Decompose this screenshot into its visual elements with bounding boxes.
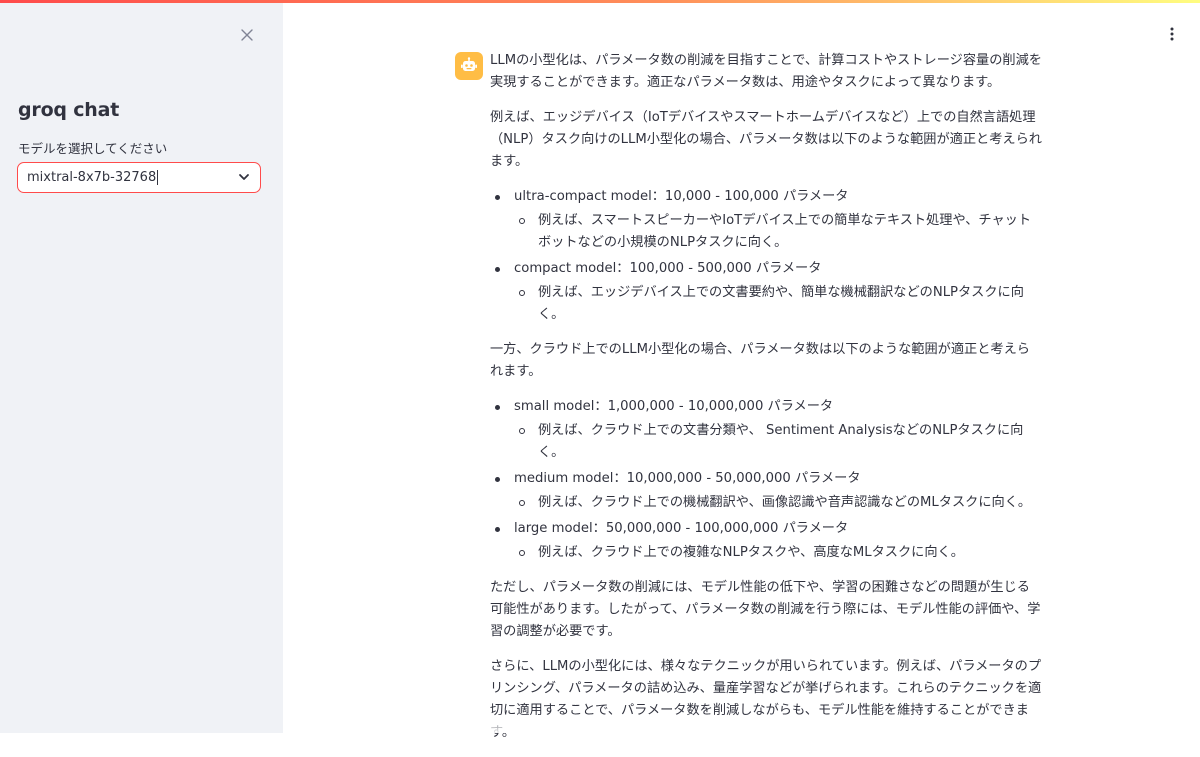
list-item-label: large model：50,000,000 - 100,000,000 パラメ…	[514, 521, 849, 536]
list-item: small model：1,000,000 - 10,000,000 パラメータ…	[495, 396, 1042, 464]
sub-list: 例えば、エッジデバイス上での文書要約や、簡単な機械翻訳などのNLPタスクに向く。	[514, 282, 1042, 326]
sub-list: 例えば、クラウド上での複雑なNLPタスクや、高度なMLタスクに向く。	[514, 542, 1042, 564]
sub-list-item: 例えば、スマートスピーカーやIoTデバイス上での簡単なテキスト処理や、チャットボ…	[519, 210, 1042, 254]
close-icon	[241, 29, 253, 41]
text-cursor	[157, 170, 159, 185]
sub-list-item: 例えば、クラウド上での機械翻訳や、画像認識や音声認識などのMLタスクに向く。	[519, 492, 1042, 514]
message-paragraph: LLMの小型化は、パラメータ数の削減を目指すことで、計算コストやストレージ容量の…	[490, 53, 1042, 90]
list-item: ultra-compact model：10,000 - 100,000 パラメ…	[495, 186, 1042, 254]
sidebar-title: groq chat	[18, 99, 120, 121]
message-paragraph: ただし、パラメータ数の削減には、モデル性能の低下や、学習の困難さなどの問題が生じ…	[490, 580, 1041, 639]
sub-list: 例えば、スマートスピーカーやIoTデバイス上での簡単なテキスト処理や、チャットボ…	[514, 210, 1042, 254]
list-item: large model：50,000,000 - 100,000,000 パラメ…	[495, 518, 1042, 564]
cloud-model-list: small model：1,000,000 - 10,000,000 パラメータ…	[490, 396, 1042, 564]
main-menu-button[interactable]	[1162, 24, 1182, 44]
sub-list-item: 例えば、クラウド上での複雑なNLPタスクや、高度なMLタスクに向く。	[519, 542, 1042, 564]
kebab-menu-icon	[1170, 27, 1174, 41]
list-item-label: medium model：10,000,000 - 50,000,000 パラメ…	[514, 471, 861, 486]
assistant-avatar	[455, 52, 483, 80]
edge-model-list: ultra-compact model：10,000 - 100,000 パラメ…	[490, 186, 1042, 326]
sub-list: 例えば、クラウド上での文書分類や、 Sentiment AnalysisなどのN…	[514, 420, 1042, 464]
list-item: medium model：10,000,000 - 50,000,000 パラメ…	[495, 468, 1042, 514]
bottom-fade	[283, 713, 1200, 733]
model-select-value: mixtral-8x7b-32768	[27, 170, 157, 185]
sub-list-item: 例えば、クラウド上での文書分類や、 Sentiment AnalysisなどのN…	[519, 420, 1042, 464]
list-item-label: small model：1,000,000 - 10,000,000 パラメータ	[514, 399, 834, 414]
model-select-label: モデルを選択してください	[18, 141, 168, 156]
chevron-down-icon	[239, 174, 249, 180]
sub-list-item: 例えば、エッジデバイス上での文書要約や、簡単な機械翻訳などのNLPタスクに向く。	[519, 282, 1042, 326]
assistant-message: LLMの小型化は、パラメータ数の削減を目指すことで、計算コストやストレージ容量の…	[490, 50, 1042, 757]
robot-icon	[461, 57, 477, 71]
model-select[interactable]: mixtral-8x7b-32768	[17, 162, 261, 193]
list-item-label: ultra-compact model：10,000 - 100,000 パラメ…	[514, 189, 849, 204]
list-item-label: compact model：100,000 - 500,000 パラメータ	[514, 261, 822, 276]
sidebar: groq chat モデルを選択してください mixtral-8x7b-3276…	[0, 0, 283, 733]
list-item: compact model：100,000 - 500,000 パラメータ 例え…	[495, 258, 1042, 326]
message-paragraph: 一方、クラウド上でのLLM小型化の場合、パラメータ数は以下のような範囲が適正と考…	[490, 342, 1030, 379]
top-decoration-bar	[0, 0, 1200, 3]
sub-list: 例えば、クラウド上での機械翻訳や、画像認識や音声認識などのMLタスクに向く。	[514, 492, 1042, 514]
close-sidebar-button[interactable]	[236, 24, 258, 46]
message-paragraph: 例えば、エッジデバイス（IoTデバイスやスマートホームデバイスなど）上での自然言…	[490, 110, 1042, 169]
